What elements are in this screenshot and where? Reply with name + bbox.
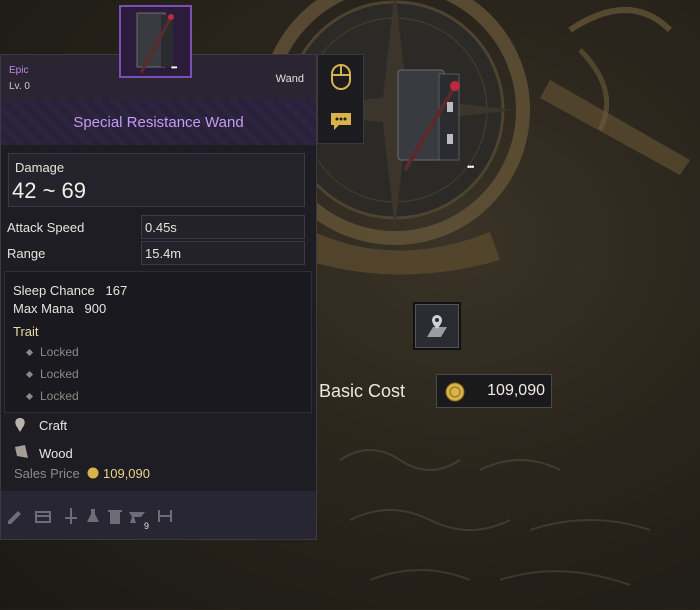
item-level: Lv. 0 [9,81,30,92]
stat-value: 15.4m [141,241,305,265]
basic-cost-field: 109,090 [436,374,552,408]
tool-icon [158,510,172,522]
sword-icon [65,508,77,524]
potion-icon [87,509,99,522]
bonus-label: Sleep Chance [13,283,95,298]
coin-icon [87,467,99,479]
compass-emblem [260,0,690,275]
bonus-sleep-chance: Sleep Chance 167 [13,283,127,298]
location-button[interactable] [413,302,461,350]
more-dots[interactable]: ••• [467,162,475,172]
craft-icon [15,418,25,432]
location-icon [427,315,447,337]
tab-mouse[interactable] [318,55,363,99]
trash-icon [108,510,122,524]
tooltip-footer: 9 [1,491,316,539]
anvil-count-badge: 9 [144,521,150,531]
item-name-bar: Special Resistance Wand [1,99,316,145]
trait-value: Locked [40,345,79,359]
wood-icon [15,445,28,458]
basic-cost-value: 109,090 [487,382,545,399]
stat-label: Attack Speed [7,220,85,235]
bonus-value: 167 [105,283,128,298]
damage-value: 42 ~ 69 [12,178,87,203]
trait-label: Trait [13,324,39,339]
mouse-icon [330,64,351,90]
damage-label: Damage [15,160,65,175]
item-tooltip: Epic Lv. 0 Wand Special Resistance Wand … [0,54,317,540]
stat-range: Range 15.4m [1,241,306,265]
bonus-max-mana: Max Mana 900 [13,301,106,316]
coin-icon [445,382,465,402]
material-label: Wood [39,446,73,461]
chat-icon [330,113,351,130]
wand-icon [397,69,460,172]
trait-slot: Locked [25,367,79,381]
basic-cost-label: Basic Cost [319,381,406,401]
sales-price-label: Sales Price [14,466,80,481]
stat-label: Range [7,246,46,261]
item-thumbnail[interactable]: ••• [119,5,192,78]
more-dots: ••• [171,63,177,72]
item-name: Special Resistance Wand [73,113,244,131]
stat-value: 0.45s [141,215,305,239]
trait-slot: Locked [25,389,79,403]
tab-chat[interactable] [318,99,363,143]
bonus-section: Sleep Chance 167 Max Mana 900 Trait Lock… [4,271,312,413]
background-script [339,449,651,586]
wand-icon [136,12,174,74]
material-row: Wood [13,444,73,465]
item-rarity: Epic [9,65,29,76]
trait-slot: Locked [25,345,79,359]
trait-value: Locked [40,389,79,403]
tooltip-side-tabs [317,54,364,144]
item-type: Wand [275,73,304,85]
damage-box: Damage 42 ~ 69 [8,153,305,207]
craft-row: Craft [13,417,67,438]
item-preview-image: ••• [393,68,475,176]
sales-price-row: Sales Price 109,090 [14,466,150,481]
trait-value: Locked [40,367,79,381]
stat-attack-speed: Attack Speed 0.45s [1,215,306,239]
craft-label: Craft [39,418,68,433]
bonus-value: 900 [84,301,107,316]
pencil-icon [8,511,21,524]
chest-icon [35,511,51,523]
bonus-label: Max Mana [13,301,74,316]
sales-price-value: 109,090 [103,466,150,481]
